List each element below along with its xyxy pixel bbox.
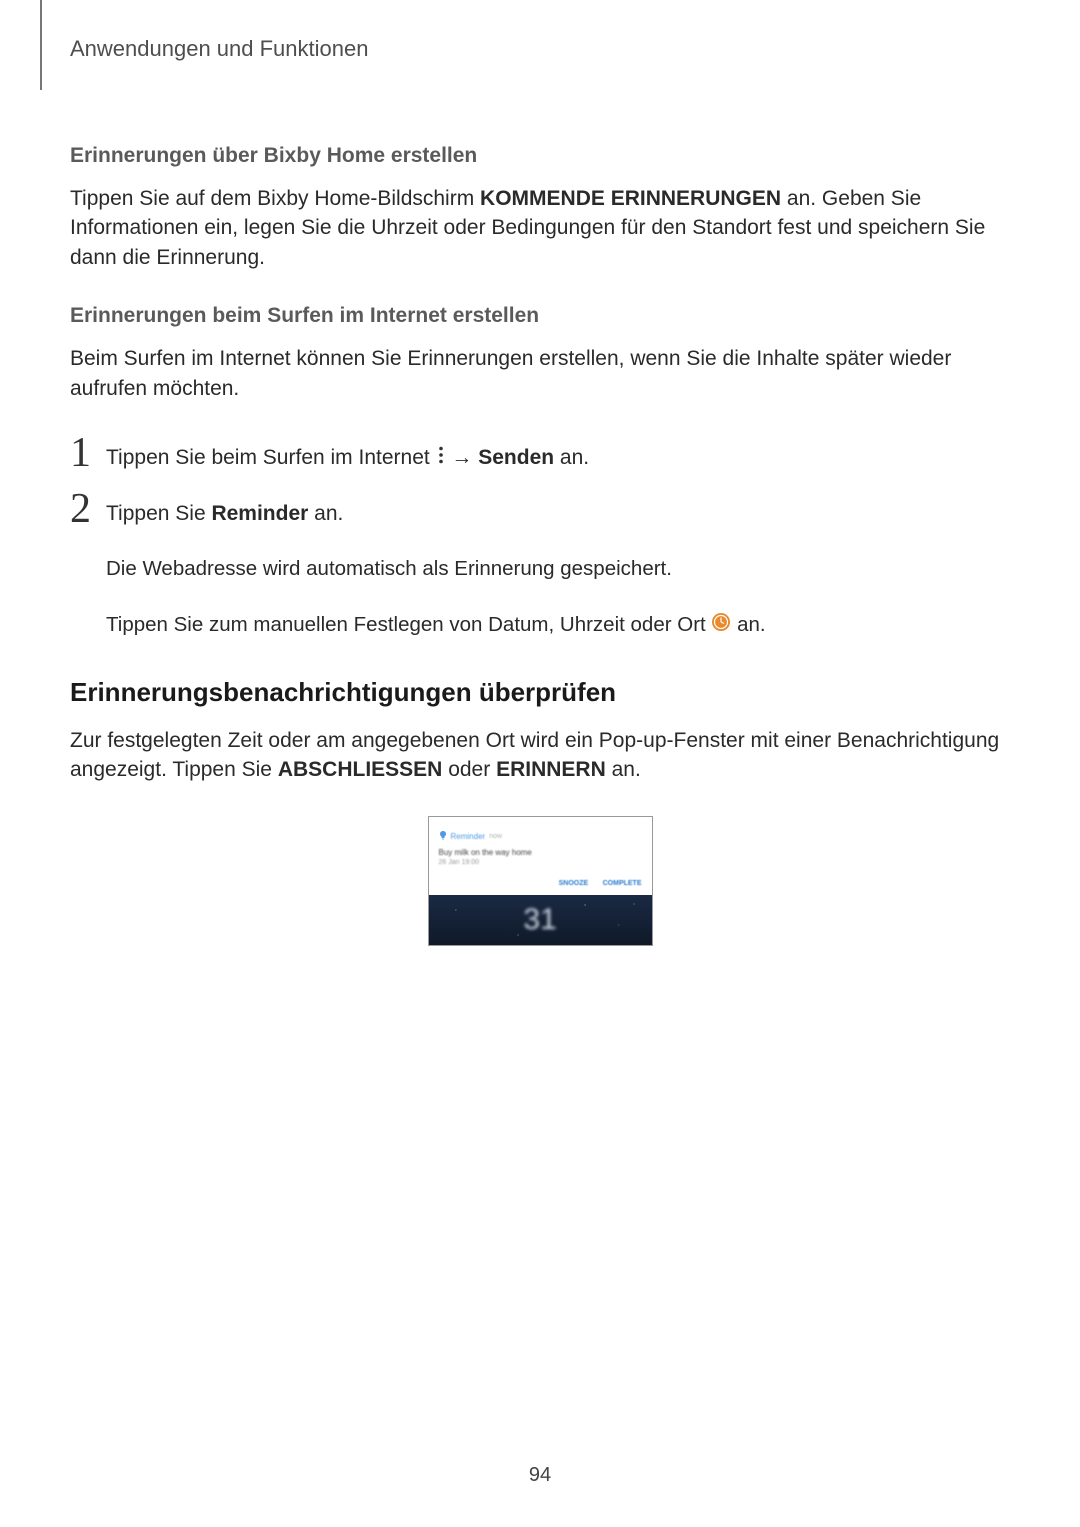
step-number-1: 1 [70,435,106,473]
bold-option: KOMMENDE ERINNERUNGEN [480,187,781,210]
notification-screenshot: Reminder now Buy milk on the way home 26… [428,816,653,946]
bold-erinnern: ERINNERN [496,758,606,781]
page-number: 94 [0,1464,1080,1487]
paragraph-check: Zur festgelegten Zeit oder am angegebene… [70,726,1010,785]
paragraph-bixby: Tippen Sie auf dem Bixby Home-Bildschirm… [70,184,1010,272]
more-options-icon [436,444,446,473]
section-title-bixby: Erinnerungen über Bixby Home erstellen [70,144,1010,168]
screenshot-title: Buy milk on the way home [439,848,642,857]
paragraph-internet: Beim Surfen im Internet können Sie Erinn… [70,344,1010,403]
arrow: → [446,446,479,469]
bold-senden: Senden [478,446,554,469]
text: an. [731,613,765,636]
section-title-internet: Erinnerungen beim Surfen im Internet ers… [70,304,1010,328]
step-2-sub-2: Tippen Sie zum manuellen Festlegen von D… [106,610,1010,640]
screenshot-app-name: Reminder [451,832,486,841]
screenshot-wallpaper-date: 31 [523,903,556,937]
text: an. [308,502,343,525]
lightbulb-icon [439,827,447,845]
text: Tippen Sie zum manuellen Festlegen von D… [106,613,711,636]
bold-abschliessen: ABSCHLIESSEN [278,758,443,781]
text: Tippen Sie auf dem Bixby Home-Bildschirm [70,187,480,210]
section-title-check: Erinnerungsbenachrichtigungen überprüfen [70,677,1010,708]
step-2-sub-1: Die Webadresse wird automatisch als Erin… [106,554,1010,584]
text: an. [554,446,589,469]
clock-icon [711,611,731,641]
step-number-2: 2 [70,491,106,529]
step-1-row: 1 Tippen Sie beim Surfen im Internet → S… [70,435,1010,473]
screenshot-time: now [489,833,502,840]
screenshot-app-row: Reminder now [439,827,642,845]
text: Tippen Sie [106,502,211,525]
step-2-text: Tippen Sie Reminder an. [106,499,1010,528]
chapter-header: Anwendungen und Funktionen [70,36,1010,62]
bold-reminder: Reminder [211,502,308,525]
page-marker [40,0,42,90]
step-2-row: 2 Tippen Sie Reminder an. Die Webadresse… [70,491,1010,641]
screenshot-btn-complete: COMPLETE [603,880,642,887]
step-1-text: Tippen Sie beim Surfen im Internet → Sen… [106,443,1010,473]
text: oder [442,758,496,781]
screenshot-btn-snooze: SNOOZE [559,880,589,887]
text: Tippen Sie beim Surfen im Internet [106,446,436,469]
page-content: Anwendungen und Funktionen Erinnerungen … [0,0,1080,946]
text: an. [606,758,641,781]
screenshot-subtitle: 26 Jan 19:00 [439,859,642,866]
